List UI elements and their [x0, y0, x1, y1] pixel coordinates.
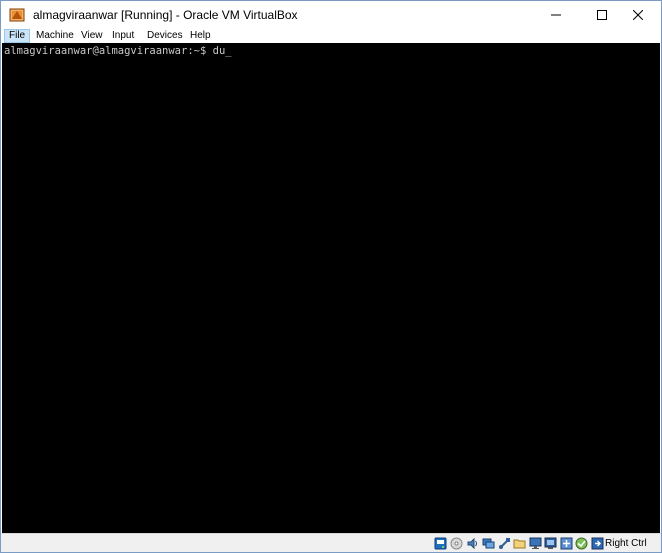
terminal-command: du — [212, 45, 226, 57]
hard-disk-icon[interactable] — [434, 537, 447, 550]
audio-icon[interactable] — [466, 537, 479, 550]
menu-devices[interactable]: Devices — [143, 29, 187, 43]
menu-input[interactable]: Input — [108, 29, 138, 43]
terminal-cursor: _ — [225, 45, 232, 57]
minimize-icon — [551, 10, 561, 20]
menu-machine[interactable]: Machine — [32, 29, 78, 43]
guest-additions-icon[interactable] — [560, 537, 573, 550]
close-icon — [633, 10, 643, 20]
virtualbox-window: almagviraanwar [Running] - Oracle VM Vir… — [0, 0, 662, 553]
title-bar[interactable]: almagviraanwar [Running] - Oracle VM Vir… — [1, 1, 661, 29]
usb-icon[interactable] — [498, 537, 511, 550]
terminal-prompt: almagviraanwar@almagviraanwar:~$ — [4, 45, 213, 57]
terminal-line: almagviraanwar@almagviraanwar:~$ du_ — [4, 45, 232, 57]
status-bar: Right Ctrl — [1, 533, 661, 552]
mouse-integration-icon[interactable] — [591, 537, 604, 550]
shared-folders-icon[interactable] — [513, 537, 526, 550]
video-capture-icon[interactable] — [544, 537, 557, 550]
maximize-icon — [597, 10, 607, 20]
host-key-label: Right Ctrl — [605, 538, 647, 549]
menu-help[interactable]: Help — [186, 29, 215, 43]
menu-file[interactable]: File — [4, 29, 31, 43]
close-button[interactable] — [615, 1, 661, 29]
optical-drive-icon[interactable] — [450, 537, 463, 550]
vm-display[interactable]: almagviraanwar@almagviraanwar:~$ du_ — [2, 43, 660, 533]
menu-view[interactable]: View — [77, 29, 107, 43]
cpu-icon[interactable] — [575, 537, 588, 550]
display-icon[interactable] — [529, 537, 542, 550]
menu-bar: File Machine View Input Devices Help — [1, 29, 661, 43]
window-title: almagviraanwar [Running] - Oracle VM Vir… — [33, 8, 298, 22]
virtualbox-app-icon — [9, 7, 25, 23]
network-icon[interactable] — [482, 537, 495, 550]
minimize-button[interactable] — [533, 1, 579, 29]
